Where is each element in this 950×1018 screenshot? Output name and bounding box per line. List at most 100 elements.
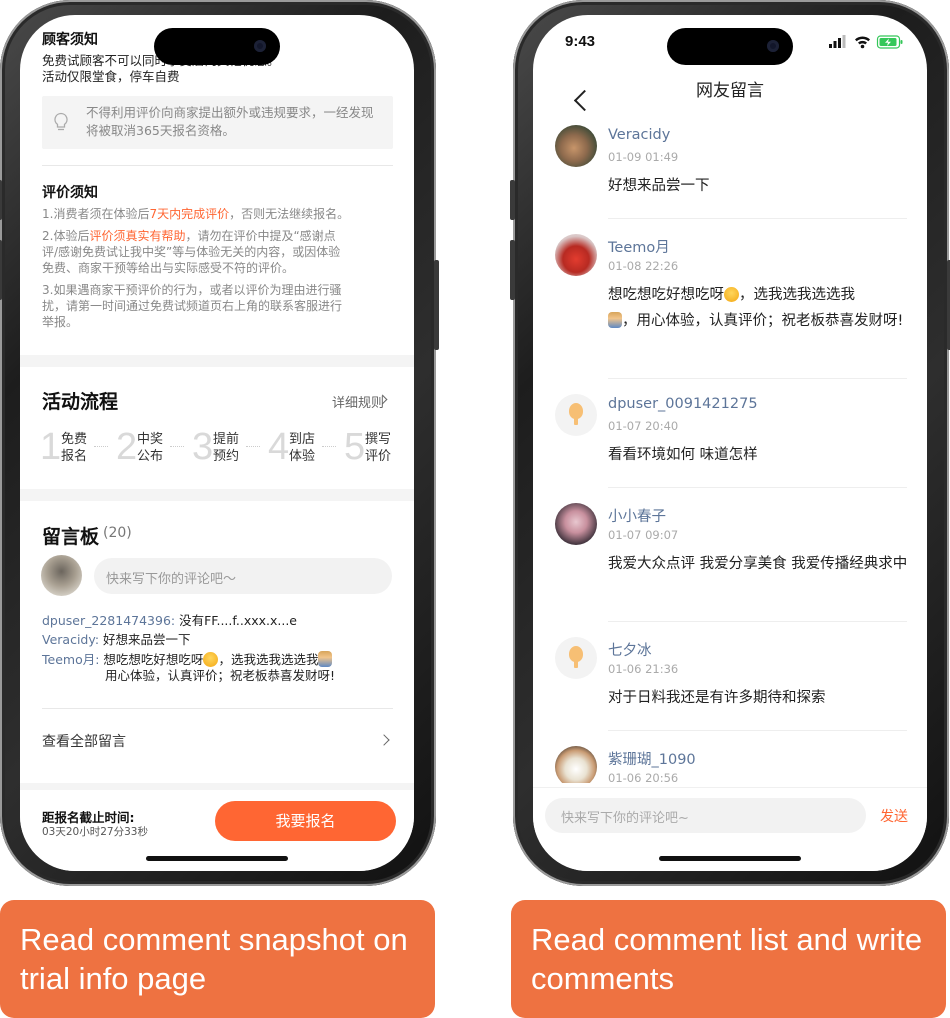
comment-date: 01-09 01:49 — [608, 150, 679, 164]
camera-icon — [254, 40, 266, 52]
divider — [608, 730, 907, 731]
comment-date: 01-06 20:56 — [608, 771, 679, 783]
review-notice-item: 免费、商家干预等给出与实际感受不符的评价。 — [42, 261, 295, 275]
section-gap — [20, 489, 414, 501]
board-title: 留言板 — [42, 526, 100, 548]
side-button — [510, 240, 515, 300]
comment-input[interactable]: 快来写下你的评论吧～ — [94, 558, 392, 594]
section-gap — [20, 355, 414, 367]
comment-date: 01-08 22:26 — [608, 259, 679, 273]
side-button — [510, 180, 515, 220]
comment-text: 我爱大众点评 我爱分享美食 我爱传播经典求中 — [608, 556, 908, 572]
flow-step-connector — [322, 446, 336, 447]
flow-step-number: 4 — [268, 426, 290, 468]
comment-list-screen: 9:43 网友留言 Veracidy 01-09 01:49 好想来品尝一下 T… — [533, 15, 927, 871]
flow-title: 活动流程 — [42, 391, 119, 413]
comment-username[interactable]: Teemo月 — [608, 236, 670, 257]
avatar[interactable] — [555, 125, 597, 167]
caption-left: Read comment snapshot on trial info page — [0, 900, 435, 1018]
flow-step-connector — [170, 446, 184, 447]
battery-icon — [876, 35, 903, 49]
lightbulb-icon — [54, 112, 68, 131]
review-notice-item: 2.体验后评价须真实有帮助，请勿在评价中提及“感谢点 — [42, 229, 336, 243]
deadline-countdown: 03天20小时27分33秒 — [42, 826, 148, 838]
comment-username[interactable]: 七夕冰 — [608, 639, 652, 660]
flow-step-number: 1 — [40, 426, 62, 468]
signup-button[interactable]: 我要报名 — [215, 801, 396, 841]
comment-username[interactable]: 紫珊瑚_1090 — [608, 748, 696, 769]
camera-icon — [767, 40, 779, 52]
divider — [42, 165, 393, 166]
send-button[interactable]: 发送 — [880, 806, 908, 826]
raise-hand-emoji-icon — [318, 651, 333, 667]
flow-step-connector — [94, 446, 108, 447]
comment-input[interactable]: 快来写下你的评论吧~ — [545, 798, 866, 833]
avatar[interactable] — [555, 394, 597, 436]
phone-frame-right: 9:43 网友留言 Veracidy 01-09 01:49 好想来品尝一下 T… — [510, 0, 950, 886]
flow-step-number: 3 — [192, 426, 214, 468]
trial-info-screen: 顾客须知 免费试顾客不可以同时享受店内其他优惠。 活动仅限堂食，停车自费 不得利… — [20, 15, 414, 871]
review-notice-item: 评/感谢免费试让我中奖”等与体验无关的内容，或因体验 — [42, 245, 341, 259]
comment-username[interactable]: 小小春子 — [608, 505, 666, 526]
comment-snapshot: dpuser_2281474396: 没有FF....f..xxx.x...e — [42, 613, 297, 628]
view-all-comments[interactable]: 查看全部留言 — [42, 731, 126, 751]
board-count: (20) — [103, 525, 132, 541]
avatar[interactable] — [555, 637, 597, 679]
yum-emoji-icon — [203, 652, 219, 667]
review-notice-item: 3.如果遇商家干预评价的行为，或者以评价为理由进行骚 — [42, 283, 342, 297]
divider — [608, 218, 907, 219]
avatar[interactable] — [555, 746, 597, 783]
flow-step-connector — [246, 446, 260, 447]
side-button — [434, 260, 439, 350]
home-indicator — [146, 856, 288, 861]
comment-snapshot: Teemo月: 想吃想吃好想吃呀 ，选我选我选选我 — [42, 651, 402, 668]
flow-step-label: 免费 报名 — [61, 432, 88, 464]
page-title: 网友留言 — [696, 81, 764, 101]
comment-date: 01-06 21:36 — [608, 662, 679, 676]
avatar — [41, 555, 82, 596]
trial-info-scroll[interactable]: 顾客须知 免费试顾客不可以同时享受店内其他优惠。 活动仅限堂食，停车自费 不得利… — [20, 15, 414, 790]
divider — [608, 487, 907, 488]
comment-date: 01-07 09:07 — [608, 528, 679, 542]
flow-step-label: 提前 预约 — [213, 432, 240, 464]
dynamic-island — [667, 28, 793, 65]
review-notice-item: 举报。 — [42, 315, 79, 329]
comment-date: 01-07 20:40 — [608, 419, 679, 433]
comment-snapshot-cont: 用心体验，认真评价；祝老板恭喜发财呀! — [105, 668, 336, 683]
comment-username[interactable]: Veracidy — [608, 127, 670, 143]
side-button — [0, 180, 2, 220]
comment-text: 对于日料我还是有许多期待和探索 — [608, 690, 826, 706]
phone-frame-left: 顾客须知 免费试顾客不可以同时享受店内其他优惠。 活动仅限堂食，停车自费 不得利… — [0, 0, 439, 886]
customer-notice-line: 活动仅限堂食，停车自费 — [42, 69, 180, 84]
avatar[interactable] — [555, 234, 597, 276]
comment-text: 看看环境如何 味道怎样 — [608, 447, 758, 463]
flow-step-number: 2 — [116, 426, 138, 468]
review-notice-item: 扰，请第一时间通过免费试频道页右上角的联系客服进行 — [42, 299, 343, 313]
comment-snapshot: Veracidy: 好想来品尝一下 — [42, 632, 191, 647]
comment-username[interactable]: dpuser_0091421275 — [608, 396, 758, 412]
flow-step-number: 5 — [344, 426, 366, 468]
comment-text: 好想来品尝一下 — [608, 178, 710, 194]
raise-hand-emoji-icon — [608, 312, 622, 328]
chevron-right-icon — [378, 734, 390, 746]
avatar[interactable] — [555, 503, 597, 545]
comment-list[interactable]: Veracidy 01-09 01:49 好想来品尝一下 Teemo月 01-0… — [533, 111, 927, 783]
review-notice-title: 评价须知 — [42, 185, 98, 201]
flow-step-label: 撰写 评价 — [365, 432, 392, 464]
divider — [608, 621, 907, 622]
status-icons — [829, 35, 903, 49]
signal-icon — [829, 35, 846, 48]
review-notice-item: 1.消费者须在体验后7天内完成评价，否则无法继续报名。 — [42, 207, 350, 221]
notice-tip-text: 不得利用评价向商家提出额外或违规要求，一经发现将被取消365天报名资格。 — [86, 105, 374, 138]
flow-step-label: 到店 体验 — [289, 432, 316, 464]
notice-tip-box: 不得利用评价向商家提出额外或违规要求，一经发现将被取消365天报名资格。 — [42, 96, 393, 149]
flow-step-label: 中奖 公布 — [137, 432, 164, 464]
divider — [42, 708, 393, 709]
section-gap — [20, 783, 414, 790]
comment-text: 想吃想吃好想吃呀 ，选我选我选选我 ，用心体验，认真评价；祝老板恭喜发财呀! — [608, 287, 904, 329]
customer-notice-title: 顾客须知 — [42, 32, 98, 48]
status-time: 9:43 — [565, 33, 596, 50]
home-indicator — [659, 856, 801, 861]
dynamic-island — [154, 28, 280, 65]
yum-emoji-icon — [724, 287, 739, 302]
